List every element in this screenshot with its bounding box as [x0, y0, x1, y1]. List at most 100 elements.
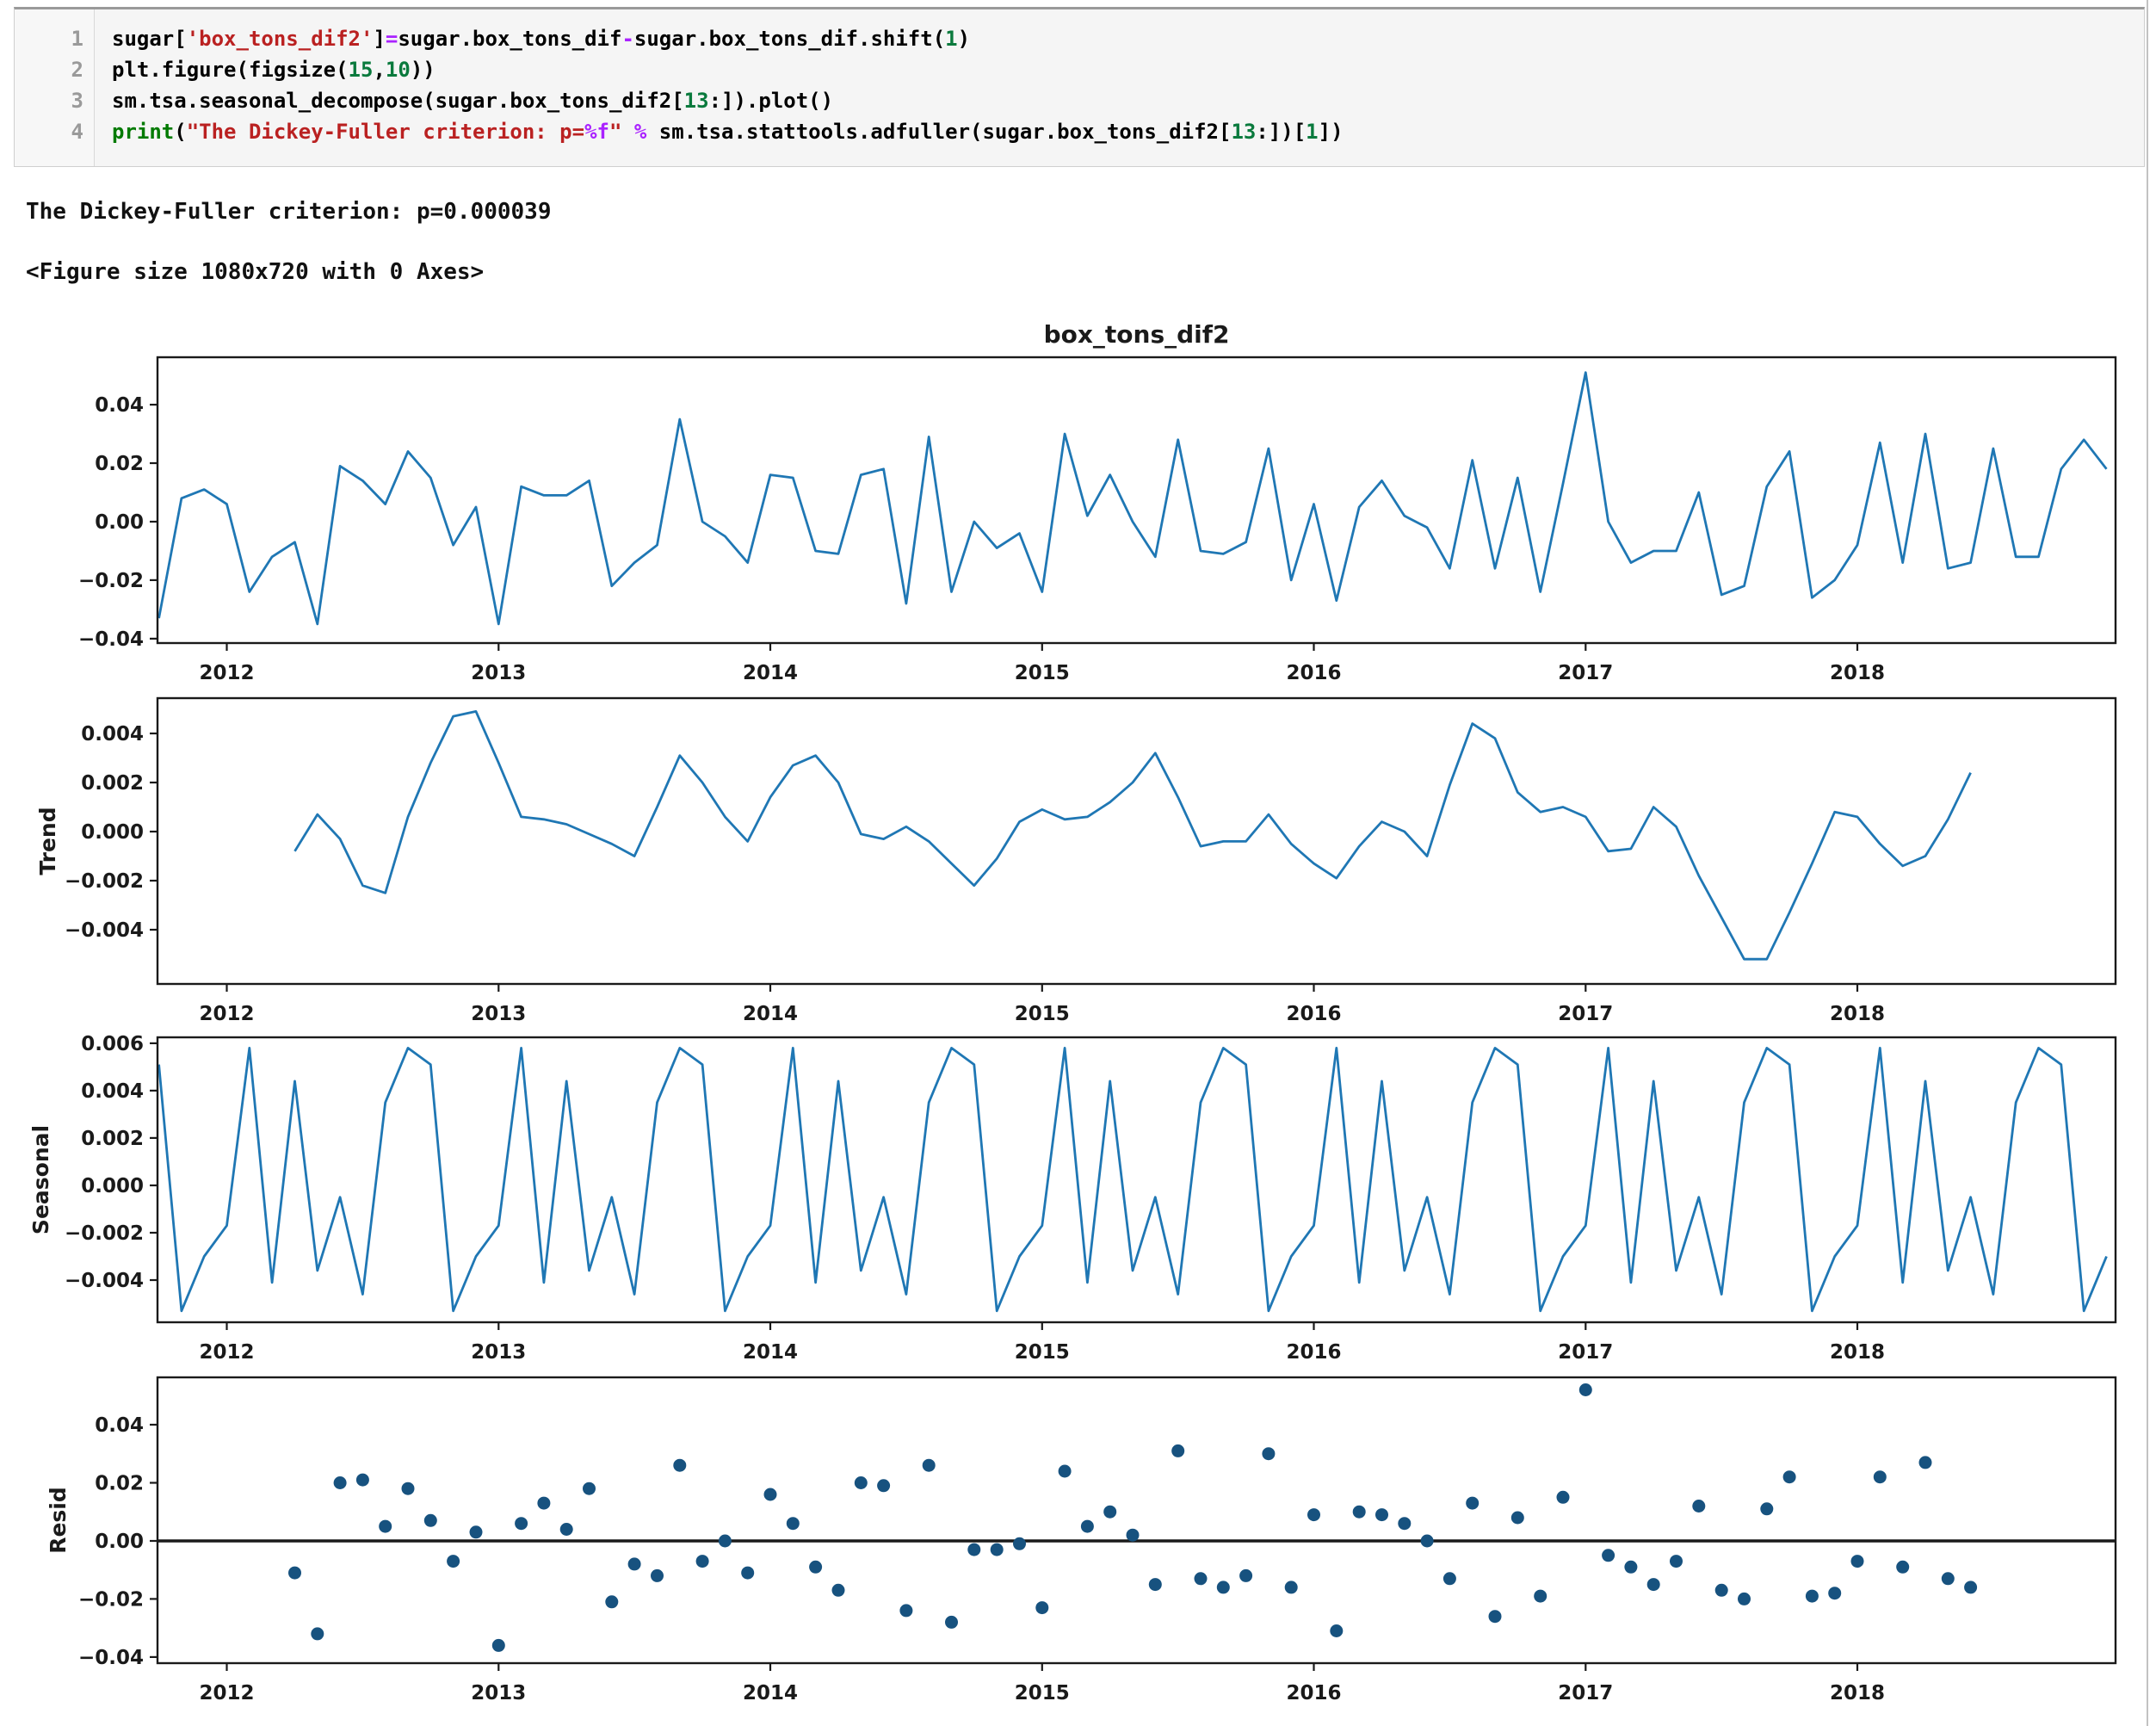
trend-ytick-label: 0.004 — [81, 723, 144, 745]
resid-point — [1851, 1555, 1864, 1568]
resid-ytick-label: 0.02 — [95, 1473, 144, 1495]
resid-point — [1398, 1517, 1411, 1530]
resid-point — [1307, 1508, 1320, 1521]
trend-xtick-label: 2016 — [1286, 1003, 1341, 1025]
resid-point — [1624, 1561, 1637, 1574]
resid-point — [719, 1535, 732, 1548]
code-line-number: 4 — [15, 116, 83, 147]
resid-xtick-label: 2012 — [199, 1682, 254, 1704]
resid-point — [1421, 1535, 1434, 1548]
resid-point — [515, 1517, 528, 1530]
seasonal-line — [159, 1048, 2107, 1310]
resid-point — [1285, 1581, 1298, 1593]
resid-point — [1806, 1590, 1819, 1603]
resid-point — [470, 1525, 483, 1538]
resid-point — [311, 1627, 324, 1640]
resid-point — [1149, 1578, 1162, 1591]
resid-point — [1670, 1555, 1683, 1568]
resid-point — [673, 1459, 686, 1472]
observed-xtick-label: 2015 — [1015, 662, 1070, 684]
resid-point — [1919, 1456, 1932, 1469]
resid-point — [1534, 1590, 1547, 1603]
observed-xtick-label: 2018 — [1830, 662, 1885, 684]
resid-axes-border — [158, 1377, 2116, 1663]
resid-point — [1103, 1506, 1116, 1519]
seasonal-ytick-label: −0.004 — [65, 1270, 144, 1292]
seasonal-xtick-label: 2017 — [1558, 1341, 1613, 1364]
resid-point — [1195, 1572, 1208, 1585]
trend-xtick-label: 2018 — [1830, 1003, 1885, 1025]
resid-point — [1896, 1561, 1909, 1574]
code-editor[interactable]: sugar['box_tons_dif2']=sugar.box_tons_di… — [95, 9, 1344, 166]
seasonal-xtick-label: 2013 — [471, 1341, 526, 1364]
resid-point — [945, 1616, 958, 1629]
resid-point — [1035, 1601, 1048, 1614]
seasonal-xtick-label: 2018 — [1830, 1341, 1885, 1364]
seasonal-xtick-label: 2016 — [1286, 1341, 1341, 1364]
cell-right-border — [2147, 0, 2148, 1726]
code-line: plt.figure(figsize(15,10)) — [112, 54, 1344, 85]
resid-point — [424, 1514, 437, 1527]
trend-xtick-label: 2012 — [199, 1003, 254, 1025]
panel-observed: 20122013201420152016201720180.040.020.00… — [78, 320, 2116, 684]
seasonal-ytick-label: 0.006 — [81, 1033, 144, 1055]
trend-axes-border — [158, 698, 2116, 984]
observed-ytick-label: −0.04 — [78, 628, 144, 651]
code-line: sugar['box_tons_dif2']=sugar.box_tons_di… — [112, 23, 1344, 54]
observed-ytick-label: 0.00 — [95, 511, 144, 534]
resid-point — [1171, 1445, 1184, 1457]
resid-xtick-label: 2018 — [1830, 1682, 1885, 1704]
resid-axis-label: Resid — [46, 1487, 71, 1554]
panel-trend: 20122013201420152016201720180.0040.0020.… — [35, 698, 2116, 1025]
resid-point — [1715, 1584, 1728, 1597]
resid-point — [1511, 1512, 1524, 1525]
trend-ytick-label: 0.002 — [81, 772, 144, 795]
code-line-number: 1 — [15, 23, 83, 54]
stdout-dickey-fuller: The Dickey-Fuller criterion: p=0.000039 — [26, 199, 551, 225]
resid-point — [1489, 1610, 1502, 1623]
resid-xtick-label: 2015 — [1015, 1682, 1070, 1704]
resid-xtick-label: 2016 — [1286, 1682, 1341, 1704]
seasonal-ytick-label: 0.002 — [81, 1128, 144, 1150]
resid-point — [1353, 1506, 1366, 1519]
trend-axis-label: Trend — [35, 807, 60, 875]
code-cell[interactable]: 1234 sugar['box_tons_dif2']=sugar.box_to… — [14, 7, 2145, 167]
trend-ytick-label: 0.000 — [81, 821, 144, 844]
seasonal-axis-label: Seasonal — [28, 1125, 53, 1234]
resid-point — [583, 1482, 596, 1495]
code-line: sm.tsa.seasonal_decompose(sugar.box_tons… — [112, 85, 1344, 116]
resid-point — [605, 1595, 618, 1608]
resid-point — [1443, 1572, 1456, 1585]
resid-point — [967, 1544, 980, 1556]
resid-ytick-label: 0.04 — [95, 1414, 144, 1437]
resid-point — [1239, 1569, 1252, 1582]
stdout-figure-size: <Figure size 1080x720 with 0 Axes> — [26, 259, 484, 285]
resid-xtick-label: 2014 — [743, 1682, 798, 1704]
observed-xtick-label: 2012 — [199, 662, 254, 684]
seasonal-ytick-label: 0.004 — [81, 1080, 144, 1103]
resid-point — [1738, 1593, 1751, 1605]
resid-point — [1466, 1497, 1479, 1510]
resid-point — [334, 1476, 347, 1489]
observed-xtick-label: 2016 — [1286, 662, 1341, 684]
resid-point — [402, 1482, 415, 1495]
observed-ytick-label: −0.02 — [78, 570, 144, 592]
resid-point — [809, 1561, 822, 1574]
seasonal-xtick-label: 2015 — [1015, 1341, 1070, 1364]
trend-line — [295, 711, 1971, 959]
resid-point — [1964, 1581, 1977, 1593]
resid-point — [1828, 1587, 1841, 1599]
observed-ytick-label: 0.02 — [95, 453, 144, 475]
panel-resid: 20122013201420152016201720180.040.020.00… — [46, 1377, 2116, 1704]
resid-point — [1081, 1520, 1094, 1533]
resid-point — [628, 1557, 641, 1570]
figure-title: box_tons_dif2 — [1044, 320, 1230, 349]
resid-point — [832, 1584, 845, 1597]
resid-point — [492, 1639, 505, 1652]
resid-point — [356, 1474, 369, 1487]
trend-xtick-label: 2014 — [743, 1003, 798, 1025]
resid-point — [1783, 1470, 1796, 1483]
resid-point — [1647, 1578, 1660, 1591]
resid-point — [696, 1555, 709, 1568]
observed-xtick-label: 2017 — [1558, 662, 1613, 684]
